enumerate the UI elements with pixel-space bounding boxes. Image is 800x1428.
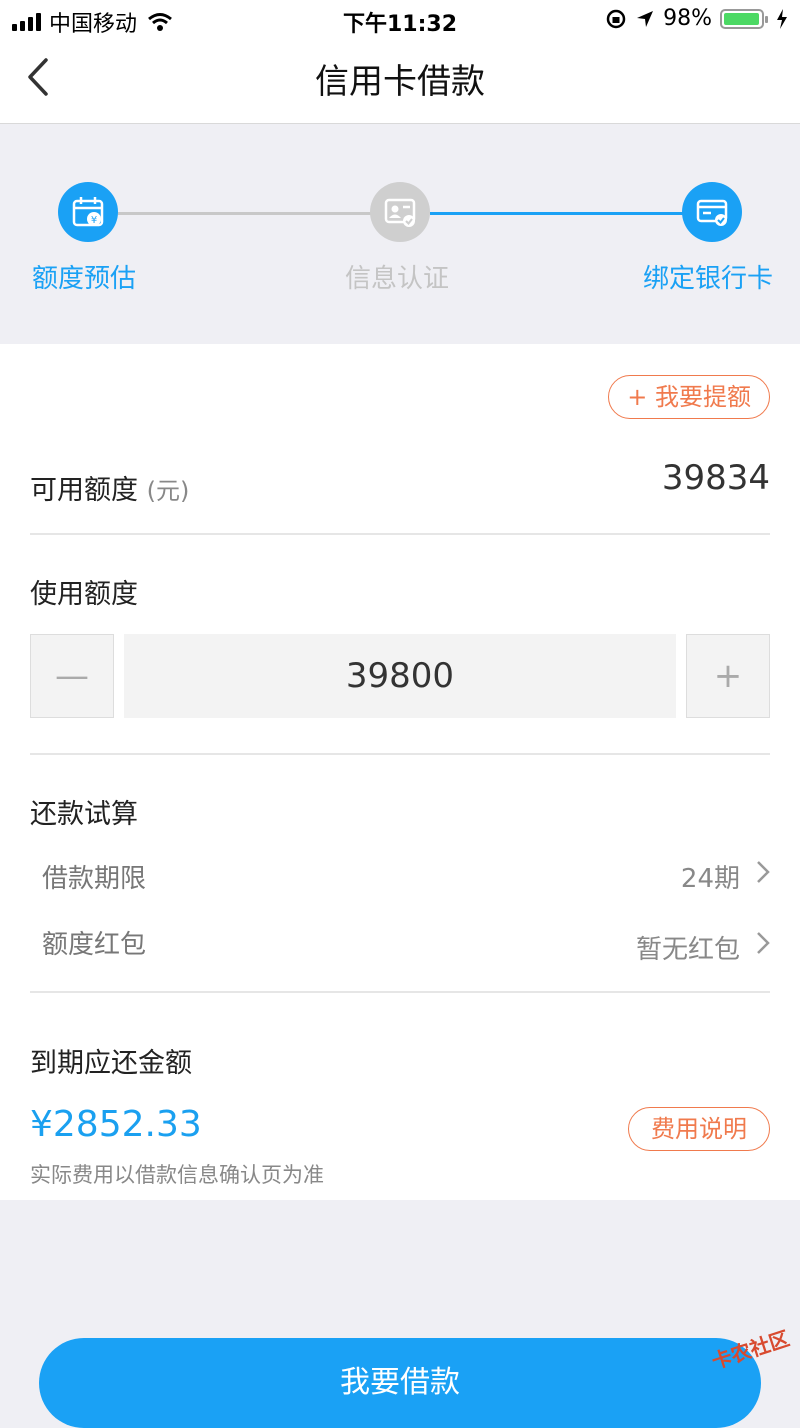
decrease-button[interactable]: — (30, 634, 114, 718)
orientation-lock-icon (606, 9, 626, 28)
available-limit-text: 可用额度 (30, 475, 138, 506)
amount-input[interactable]: 39800 (124, 634, 676, 718)
chevron-right-icon[interactable] (756, 860, 770, 884)
page-title: 信用卡借款 (315, 62, 485, 102)
raise-limit-button[interactable]: + 我要提额 (608, 375, 770, 419)
id-card-icon (384, 198, 416, 227)
status-bar: 中国移动 下午11:32 98% (0, 0, 800, 40)
loan-term-value[interactable]: 24期 (681, 858, 740, 895)
red-packet-label: 额度红包 (42, 930, 147, 960)
progress-steps: ¥ 额度预估 信息认证 绑定银行卡 (0, 124, 800, 344)
fee-explain-button[interactable]: 费用说明 (628, 1107, 770, 1151)
battery-percent: 98% (663, 6, 712, 31)
step-label-verify: 信息认证 (345, 264, 450, 294)
divider (30, 533, 770, 535)
increase-button[interactable]: + (686, 634, 770, 718)
bank-card-icon (696, 199, 728, 226)
step-connector-1 (118, 212, 372, 215)
charging-icon (777, 8, 787, 29)
step-connector-2 (430, 212, 684, 215)
available-limit-unit: (元) (146, 477, 190, 505)
repay-calc-title: 还款试算 (30, 799, 138, 830)
available-limit-label: 可用额度 (元) (30, 468, 189, 507)
nav-bar: 信用卡借款 (0, 40, 800, 124)
step-verify-circle (370, 182, 430, 242)
battery-icon (720, 8, 768, 29)
step-label-estimate: 额度预估 (32, 264, 137, 294)
status-right: 98% (605, 6, 788, 31)
loan-form-card: + 我要提额 可用额度 (元) 39834 使用额度 — 39800 + 还款试… (0, 344, 800, 1200)
red-packet-value[interactable]: 暂无红包 (636, 929, 740, 966)
available-limit-value: 39834 (661, 458, 770, 498)
svg-text:¥: ¥ (91, 215, 97, 226)
loan-term-label: 借款期限 (42, 864, 147, 894)
step-bind-circle (682, 182, 742, 242)
borrow-button[interactable]: 我要借款 (39, 1338, 761, 1428)
fee-note: 实际费用以借款信息确认页为准 (30, 1163, 324, 1187)
divider (30, 991, 770, 993)
calendar-yuan-icon: ¥ (72, 197, 104, 227)
step-label-bind: 绑定银行卡 (643, 264, 774, 294)
use-amount-label: 使用额度 (30, 579, 138, 610)
step-estimate-circle: ¥ (58, 182, 118, 242)
location-icon (637, 10, 654, 27)
due-amount-value: ¥2852.33 (30, 1104, 202, 1145)
due-amount-title: 到期应还金额 (30, 1048, 192, 1079)
chevron-right-icon[interactable] (756, 931, 770, 955)
divider (30, 753, 770, 755)
